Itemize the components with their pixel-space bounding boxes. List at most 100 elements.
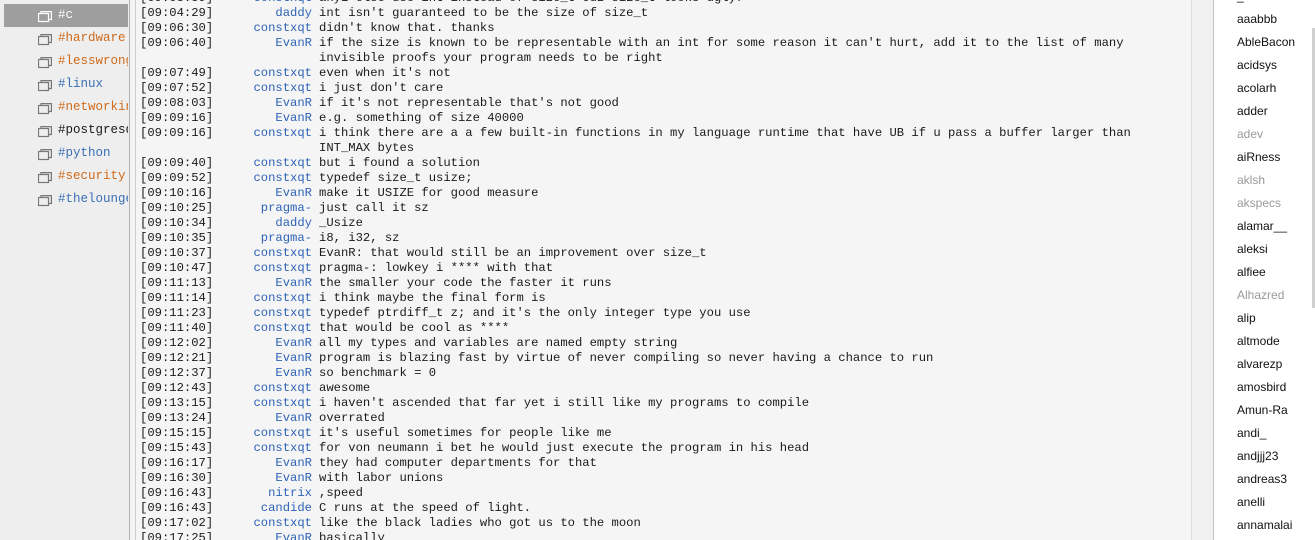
message-nick[interactable]: constxqt	[222, 246, 312, 261]
user-list-item[interactable]: aaabbb	[1237, 12, 1277, 26]
message-text: all my types and variables are named emp…	[319, 336, 678, 350]
message-row: [09:10:47] constxqt pragma-: lowkey i ****…	[136, 261, 1191, 276]
chat-bubble-icon	[37, 170, 52, 184]
message-nick[interactable]: constxqt	[222, 396, 312, 411]
channel-item-hardware[interactable]: #hardware	[4, 27, 128, 50]
message-nick[interactable]: constxqt	[222, 426, 312, 441]
message-timestamp: [09:17:25]	[140, 531, 214, 540]
message-nick[interactable]: constxqt	[222, 156, 312, 171]
message-nick[interactable]: pragma-	[222, 201, 312, 216]
message-nick[interactable]: constxqt	[222, 381, 312, 396]
message-timestamp: [09:09:16]	[140, 111, 214, 125]
message-list: [09:03:59]constxqtany1 else use int inst…	[136, 0, 1191, 540]
user-list-item[interactable]: Alhazred	[1237, 288, 1284, 302]
message-nick[interactable]: EvanR	[222, 531, 312, 540]
message-row: [09:16:43] candide C runs at the speed of …	[136, 501, 1191, 516]
message-nick[interactable]: pragma-	[222, 231, 312, 246]
message-nick[interactable]: daddy	[222, 6, 312, 21]
message-nick[interactable]: nitrix	[222, 486, 312, 501]
channel-item-networking[interactable]: #networking	[4, 96, 128, 119]
log-scrollbar[interactable]	[1191, 0, 1213, 540]
message-nick[interactable]: EvanR	[222, 366, 312, 381]
message-timestamp: [09:10:16]	[140, 186, 214, 200]
message-nick[interactable]: constxqt	[222, 306, 312, 321]
message-text: the smaller your code the faster it runs	[319, 276, 612, 290]
user-list-item[interactable]: alip	[1237, 311, 1256, 325]
user-list-item[interactable]: _f	[1237, 0, 1247, 3]
message-row: [09:11:23] constxqt typedef ptrdiff_t z; a…	[136, 306, 1191, 321]
channel-label: #networking	[58, 100, 128, 114]
user-list-item[interactable]: adev	[1237, 127, 1263, 141]
message-nick[interactable]: EvanR	[222, 351, 312, 366]
user-list-item[interactable]: amosbird	[1237, 380, 1286, 394]
user-list-item[interactable]: annamalai	[1237, 518, 1292, 532]
message-timestamp: [09:12:02]	[140, 336, 214, 350]
user-list-item[interactable]: alamar__	[1237, 219, 1287, 233]
message-text: so benchmark = 0	[319, 366, 437, 380]
user-list-item[interactable]: acidsys	[1237, 58, 1277, 72]
message-nick[interactable]: candide	[222, 501, 312, 516]
message-nick[interactable]: EvanR	[222, 111, 312, 126]
message-timestamp: [09:11:13]	[140, 276, 214, 290]
message-nick[interactable]: daddy	[222, 216, 312, 231]
message-timestamp: [09:06:30]	[140, 21, 214, 35]
message-text: ,speed	[319, 486, 363, 500]
channel-item-c[interactable]: #c	[4, 4, 128, 27]
message-nick[interactable]: EvanR	[222, 36, 312, 51]
message-row: [09:16:17] EvanR they had computer departm…	[136, 456, 1191, 471]
message-nick[interactable]: constxqt	[222, 261, 312, 276]
user-list-item[interactable]: aiRness	[1237, 150, 1280, 164]
message-row: [09:09:52] constxqt typedef size_t usize;	[136, 171, 1191, 186]
channel-item-thelounge[interactable]: #thelounge	[4, 188, 128, 211]
user-list-item[interactable]: acolarh	[1237, 81, 1276, 95]
channel-item-postgresql[interactable]: #postgresql	[4, 119, 128, 142]
message-nick[interactable]: EvanR	[222, 96, 312, 111]
message-nick[interactable]: constxqt	[222, 516, 312, 531]
channel-label: #python	[58, 146, 111, 160]
message-nick[interactable]: EvanR	[222, 411, 312, 426]
message-nick[interactable]: constxqt	[222, 171, 312, 186]
channel-sidebar: #c #hardware #lesswrong #linux #networking #p…	[0, 0, 130, 540]
message-timestamp: [09:10:37]	[140, 246, 214, 260]
message-timestamp: [09:10:34]	[140, 216, 214, 230]
message-nick[interactable]: constxqt	[222, 66, 312, 81]
channel-item-python[interactable]: #python	[4, 142, 128, 165]
message-nick[interactable]: constxqt	[222, 321, 312, 336]
user-list-item[interactable]: akspecs	[1237, 196, 1281, 210]
message-text: e.g. something of size 40000	[319, 111, 524, 125]
message-nick[interactable]: EvanR	[222, 471, 312, 486]
message-text: program is blazing fast by virtue of nev…	[319, 351, 934, 365]
channel-label: #c	[58, 8, 74, 22]
message-nick[interactable]: constxqt	[222, 441, 312, 456]
user-list-item[interactable]: andi_	[1237, 426, 1266, 440]
message-nick[interactable]: constxqt	[222, 21, 312, 36]
message-log[interactable]: [09:03:59]constxqtany1 else use int inst…	[136, 0, 1191, 540]
user-list-item[interactable]: Amun-Ra	[1237, 403, 1288, 417]
message-row: [09:12:37] EvanR so benchmark = 0	[136, 366, 1191, 381]
user-list-item[interactable]: andjjj23	[1237, 449, 1278, 463]
user-list-item[interactable]: aklsh	[1237, 173, 1265, 187]
user-list-item[interactable]: andreas3	[1237, 472, 1287, 486]
message-nick[interactable]: constxqt	[222, 81, 312, 96]
message-nick[interactable]: EvanR	[222, 336, 312, 351]
user-list-item[interactable]: aleksi	[1237, 242, 1268, 256]
user-list-item[interactable]: alvarezp	[1237, 357, 1282, 371]
message-row: [09:17:25] EvanR basically	[136, 531, 1191, 540]
message-row: [09:09:40] constxqt but i found a solution	[136, 156, 1191, 171]
message-nick[interactable]: EvanR	[222, 186, 312, 201]
message-nick[interactable]: constxqt	[222, 291, 312, 306]
message-nick[interactable]: EvanR	[222, 456, 312, 471]
channel-item-lesswrong[interactable]: #lesswrong	[4, 50, 128, 73]
user-list-item[interactable]: anelli	[1237, 495, 1265, 509]
message-text: if the size is known to be representable…	[319, 36, 1131, 65]
user-list-item[interactable]: altmode	[1237, 334, 1280, 348]
message-nick[interactable]: constxqt	[222, 126, 312, 141]
user-list-item[interactable]: AbleBacon	[1237, 35, 1295, 49]
message-nick[interactable]: EvanR	[222, 276, 312, 291]
message-row: [09:10:37] constxqt EvanR: that would stil…	[136, 246, 1191, 261]
user-list-item[interactable]: alfiee	[1237, 265, 1266, 279]
user-list-item[interactable]: adder	[1237, 104, 1268, 118]
message-row: [09:04:29] daddy int isn't guaranteed to b…	[136, 6, 1191, 21]
channel-item-security[interactable]: #security	[4, 165, 128, 188]
channel-item-linux[interactable]: #linux	[4, 73, 128, 96]
